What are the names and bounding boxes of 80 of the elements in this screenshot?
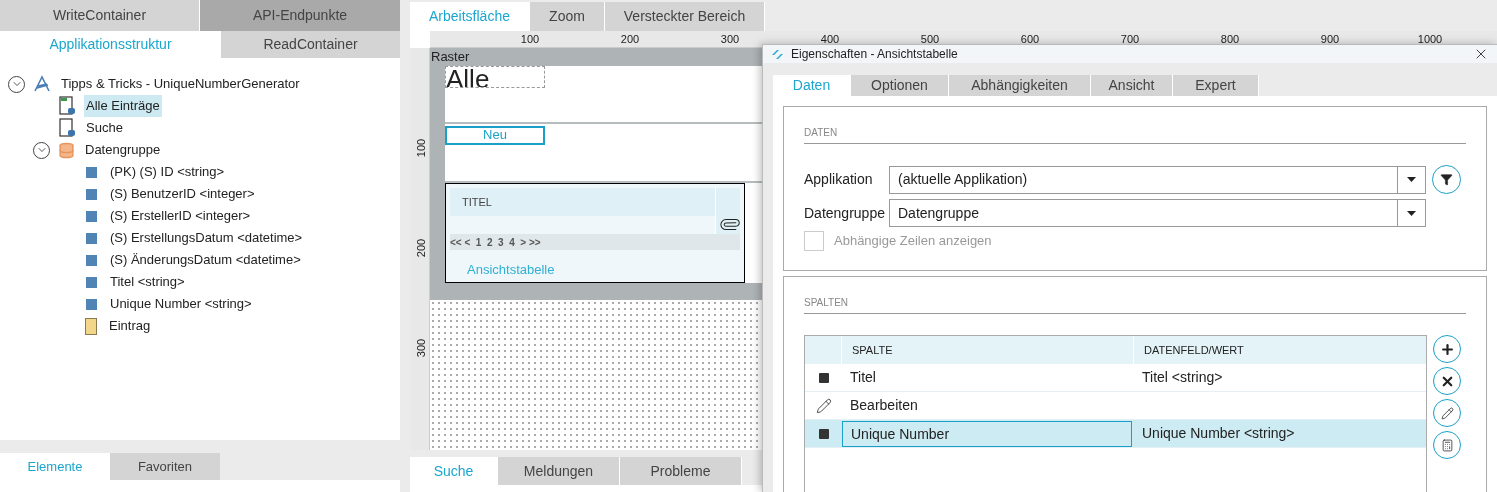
field-icon <box>86 166 97 178</box>
table-cell-text: Unique Number <string> <box>1141 424 1296 443</box>
pencil-icon <box>815 397 832 414</box>
field-icon <box>818 428 829 439</box>
ruler-label: 200 <box>414 238 429 258</box>
tab[interactable]: Favoriten <box>110 453 220 480</box>
tree-item[interactable]: (S) ErstellerID <integer> <box>108 205 253 227</box>
raster-label: Raster <box>430 48 470 66</box>
database-icon <box>58 141 75 159</box>
ruler-label: 900 <box>1320 32 1340 46</box>
field-icon <box>818 372 829 383</box>
tab[interactable]: Ansicht <box>1091 75 1173 96</box>
table-cell-text: Titel <string> <box>1141 368 1224 387</box>
app-icon <box>33 75 51 93</box>
field-icon <box>86 276 97 288</box>
dropdown-arrow-icon <box>1407 210 1416 216</box>
pager: << < 1 2 3 4 > >> <box>450 235 541 250</box>
column-header: TITEL <box>462 194 492 210</box>
table-cell-text: Titel <box>849 367 877 387</box>
tree-item[interactable]: Alle Einträge <box>84 95 162 117</box>
field-icon <box>86 188 97 200</box>
tab[interactable]: ReadContainer <box>221 31 400 58</box>
field-icon <box>86 298 97 310</box>
ruler-label: 300 <box>720 32 740 46</box>
tree-item[interactable]: (S) ErstellungsDatum <datetime> <box>108 227 305 249</box>
tab[interactable]: WriteContainer <box>0 0 200 31</box>
field-icon <box>86 210 97 222</box>
tree-item[interactable]: Unique Number <string> <box>108 293 254 315</box>
column-header: DATENFELD/WERT <box>1143 343 1245 358</box>
tab[interactable]: Meldungen <box>498 457 620 485</box>
app-logo-icon <box>771 48 784 60</box>
checkbox-label: Abhängige Zeilen anzeigen <box>834 232 992 251</box>
entry-icon <box>85 317 97 335</box>
calculator-button[interactable] <box>1433 431 1461 459</box>
add-button[interactable] <box>1433 335 1461 363</box>
edit-button[interactable] <box>1433 399 1461 427</box>
tab[interactable]: Expert <box>1173 75 1259 96</box>
field-label: Applikation <box>804 170 874 189</box>
ruler-label: 1000 <box>1417 32 1443 46</box>
ruler-label: 400 <box>820 32 840 46</box>
tab[interactable]: API-Endpunkte <box>200 0 400 31</box>
section-heading: SPALTEN <box>804 295 1466 314</box>
dropdown[interactable]: (aktuelle Applikation) <box>889 165 1426 194</box>
field-icon <box>86 254 97 266</box>
calculator-icon <box>1440 438 1454 452</box>
ruler-label: 100 <box>414 138 429 158</box>
dropdown[interactable]: Datengruppe <box>889 199 1426 227</box>
delete-button[interactable] <box>1433 367 1461 395</box>
tab[interactable]: Optionen <box>851 75 949 96</box>
tree-item[interactable]: (S) ÄnderungsDatum <datetime> <box>108 249 303 271</box>
filter-icon <box>1440 173 1453 186</box>
table-cell-text: Bearbeiten <box>849 395 919 415</box>
tree-item[interactable]: Eintrag <box>107 315 153 337</box>
tree-item[interactable]: Datengruppe <box>83 139 163 161</box>
plus-icon <box>1439 341 1455 357</box>
ruler-label: 300 <box>414 338 429 358</box>
tab[interactable]: Abhängigkeiten <box>949 75 1091 96</box>
ruler-label: 100 <box>520 32 540 46</box>
tab[interactable]: Probleme <box>620 457 742 485</box>
tab[interactable]: Zoom <box>530 2 605 31</box>
ruler-label: 200 <box>620 32 640 46</box>
pencil-icon <box>1440 406 1454 420</box>
field-label: Datengruppe <box>804 203 883 223</box>
ruler-label: 800 <box>1220 32 1240 46</box>
dialog-title: Eigenschaften - Ansichtstabelle <box>791 46 959 63</box>
section-heading: DATEN <box>804 125 1466 144</box>
tree-item[interactable]: Suche <box>84 117 125 139</box>
field-icon <box>86 232 97 244</box>
tree-item[interactable]: (PK) (S) ID <string> <box>108 161 227 183</box>
table-caption: Ansichtstabelle <box>467 261 556 279</box>
tree-item[interactable]: Titel <string> <box>108 271 187 293</box>
table-row[interactable]: Unique Number Unique Number <string> <box>805 420 1426 448</box>
ruler-label: 700 <box>1120 32 1140 46</box>
tab[interactable]: Versteckter Bereich <box>605 2 765 31</box>
tree-item[interactable]: Tipps & Tricks - UniqueNumberGenerator <box>59 73 302 95</box>
ruler-label: 500 <box>920 32 940 46</box>
ruler-label: 600 <box>1020 32 1040 46</box>
table-cell: Unique Number <box>842 420 1132 447</box>
dropdown-arrow-icon <box>1407 177 1416 182</box>
tree-item[interactable]: (S) BenutzerID <integer> <box>108 183 257 205</box>
